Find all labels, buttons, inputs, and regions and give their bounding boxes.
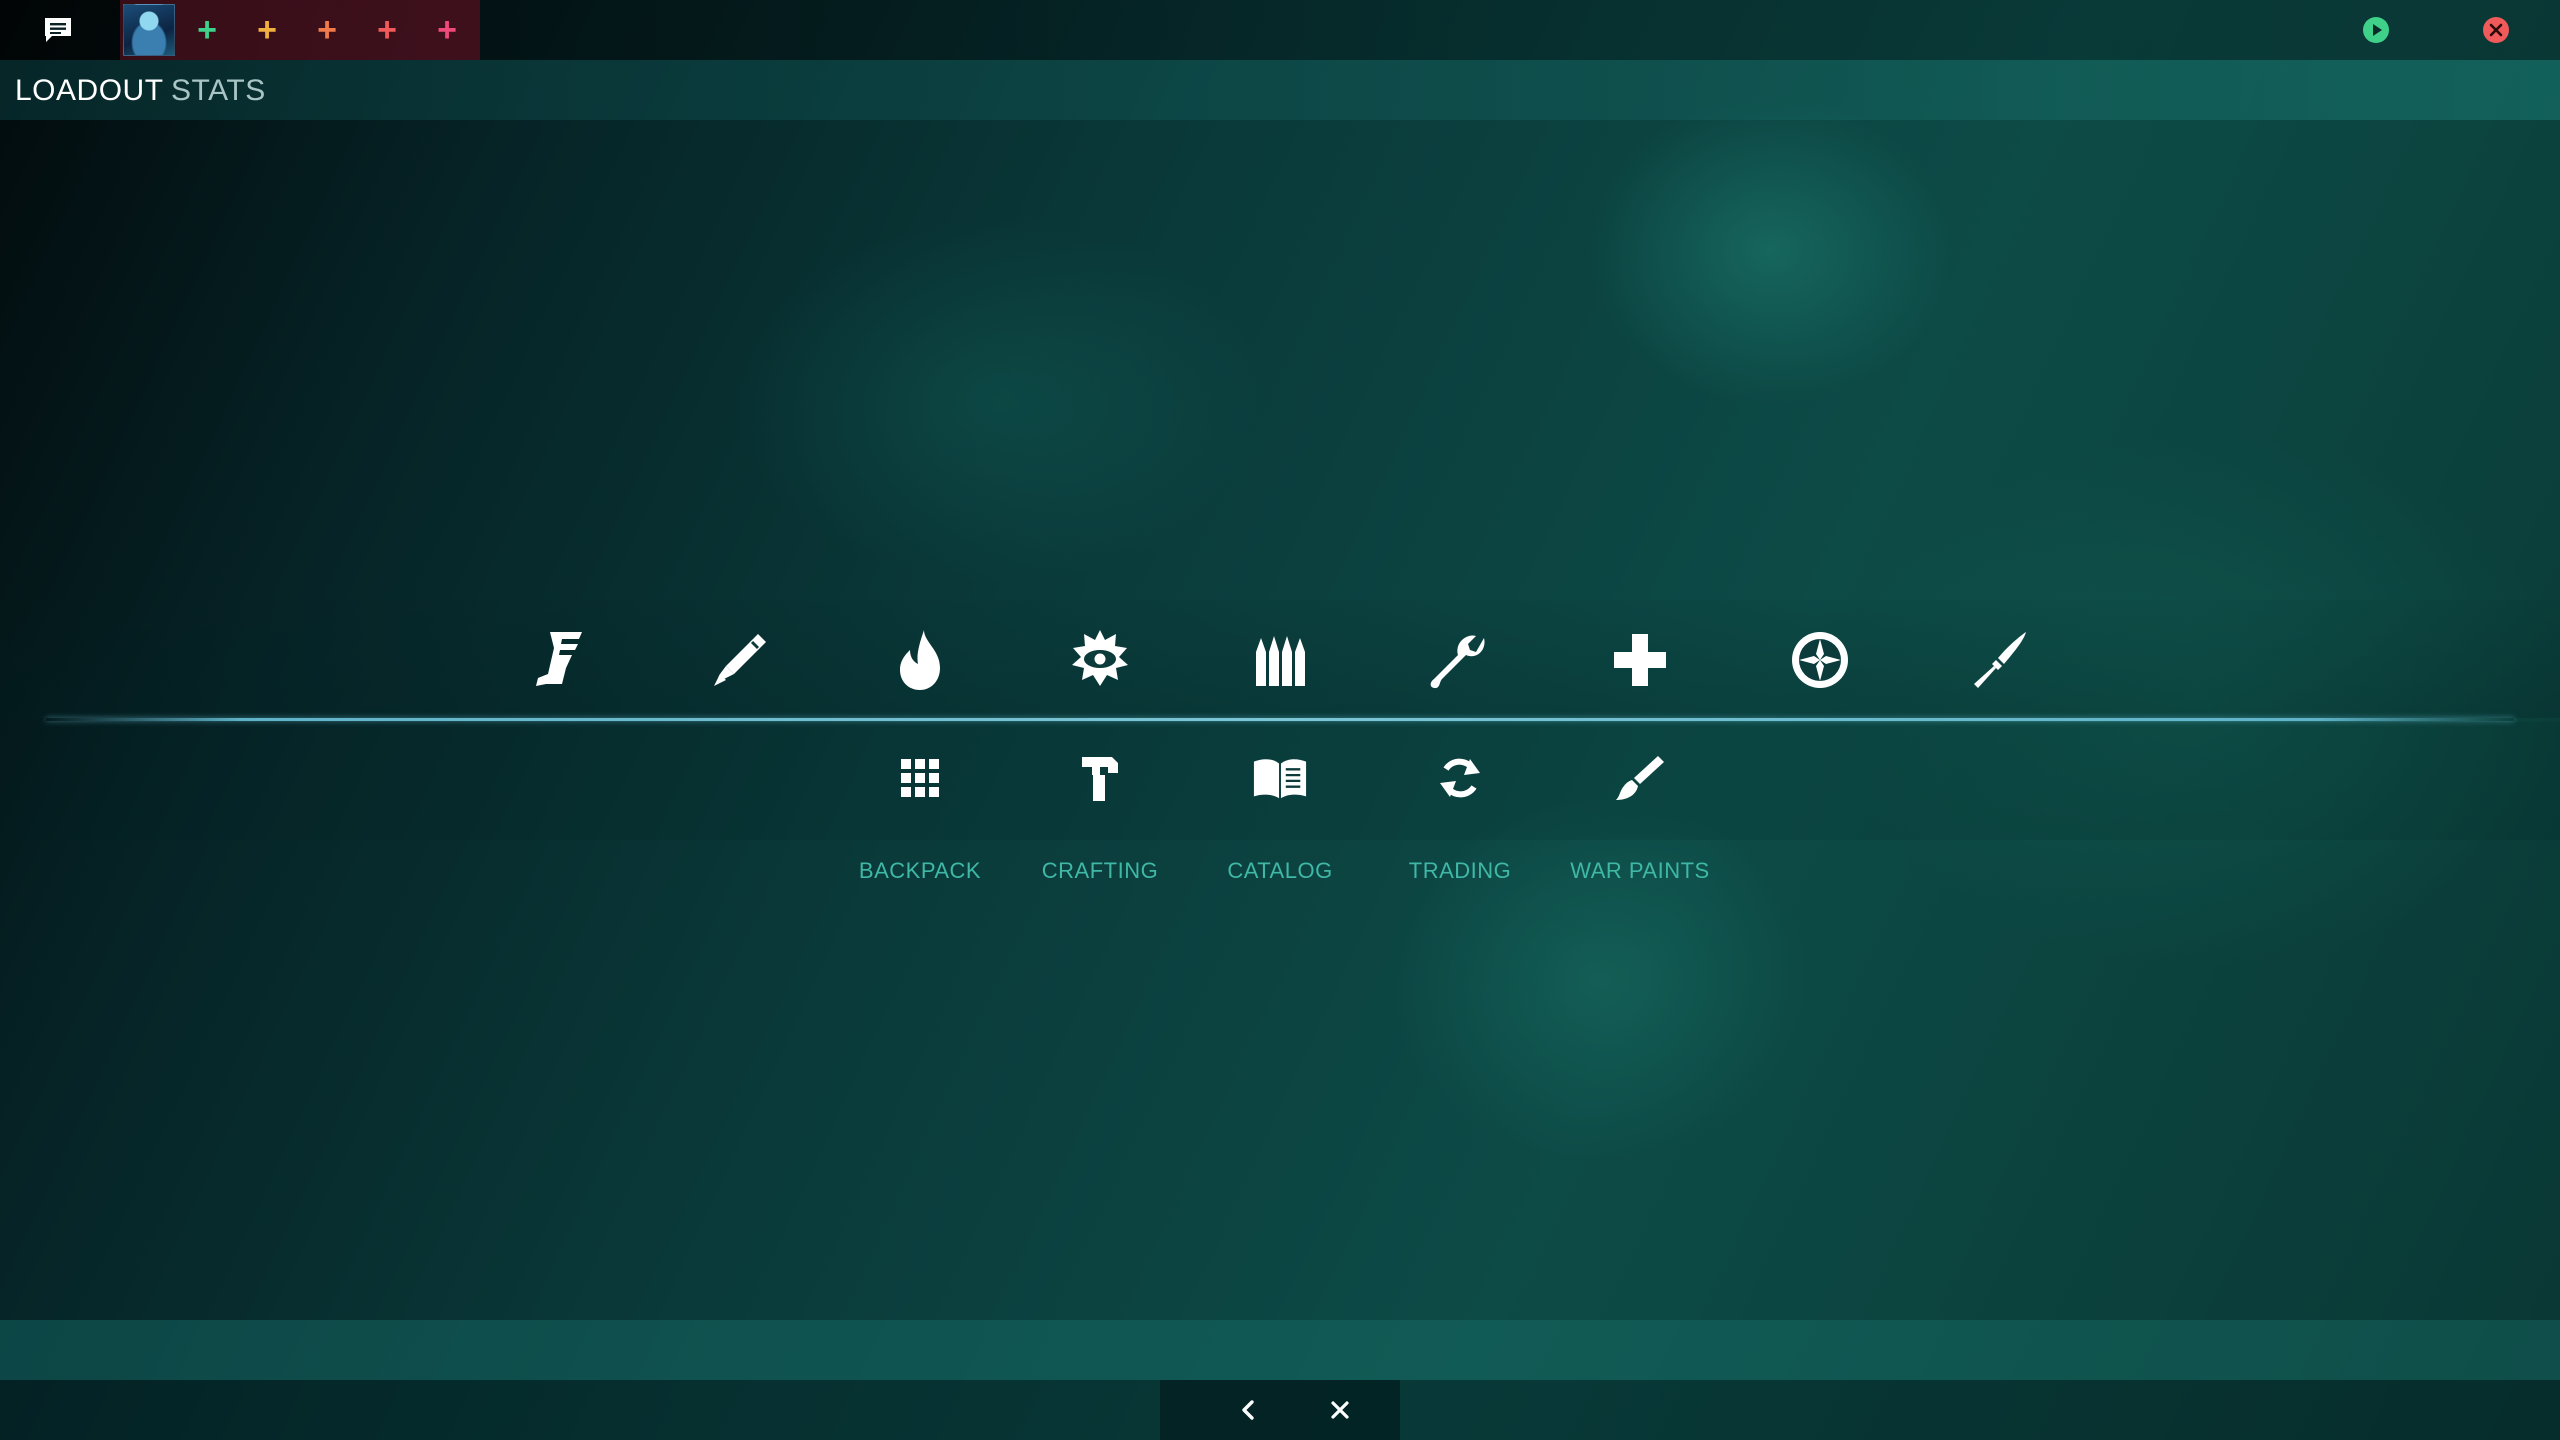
party-slot-3[interactable]: + bbox=[307, 10, 347, 50]
bottom-band bbox=[0, 1320, 2560, 1380]
class-button-engineer[interactable] bbox=[1428, 628, 1492, 692]
party-slot-4[interactable]: + bbox=[367, 10, 407, 50]
close-button[interactable] bbox=[1310, 1380, 1370, 1440]
back-button[interactable] bbox=[1218, 1380, 1278, 1440]
class-button-medic[interactable] bbox=[1608, 628, 1672, 692]
bottom-nav bbox=[1160, 1380, 1400, 1440]
backpack-button[interactable]: BACKPACK bbox=[845, 750, 995, 890]
trading-button[interactable]: TRADING bbox=[1385, 750, 1535, 890]
party-slot-5[interactable]: + bbox=[427, 10, 467, 50]
knife-icon bbox=[1974, 632, 2026, 688]
plus-icon: + bbox=[377, 11, 397, 49]
catalog-button[interactable]: CATALOG bbox=[1205, 750, 1355, 890]
plus-icon: + bbox=[317, 11, 337, 49]
class-button-sniper[interactable] bbox=[1788, 628, 1852, 692]
trading-label: TRADING bbox=[1408, 858, 1512, 883]
chat-button[interactable] bbox=[36, 12, 80, 48]
class-button-spy[interactable] bbox=[1968, 628, 2032, 692]
hammer-icon bbox=[1082, 757, 1118, 801]
close-icon bbox=[1331, 1401, 1349, 1419]
chat-bubble-icon bbox=[45, 18, 71, 42]
rocket-icon bbox=[714, 634, 766, 686]
party-slot-2[interactable]: + bbox=[247, 10, 287, 50]
close-circle-icon bbox=[2483, 17, 2509, 43]
tab-stats[interactable]: STATS bbox=[171, 74, 266, 108]
grid-icon bbox=[901, 759, 939, 797]
crosshair-icon bbox=[1792, 632, 1848, 688]
chevron-left-icon bbox=[1242, 1400, 1254, 1420]
class-button-demoman[interactable] bbox=[1068, 628, 1132, 692]
class-button-soldier[interactable] bbox=[708, 628, 772, 692]
catalog-label: CATALOG bbox=[1227, 858, 1333, 883]
party-slot-1[interactable]: + bbox=[187, 10, 227, 50]
medical-cross-icon bbox=[1614, 634, 1666, 686]
wrench-icon bbox=[1430, 635, 1485, 689]
refresh-icon bbox=[1440, 758, 1480, 798]
play-button[interactable] bbox=[2362, 16, 2390, 44]
class-divider bbox=[46, 718, 2514, 721]
flame-icon bbox=[900, 630, 940, 690]
eye-burst-icon bbox=[1072, 630, 1128, 686]
bullets-icon bbox=[1256, 636, 1305, 686]
class-button-pyro[interactable] bbox=[888, 628, 952, 692]
open-book-icon bbox=[1253, 759, 1307, 799]
class-button-heavy[interactable] bbox=[1248, 628, 1312, 692]
paintbrush-icon bbox=[1616, 756, 1664, 800]
class-button-scout[interactable] bbox=[528, 628, 592, 692]
play-circle-icon bbox=[2363, 17, 2389, 43]
winged-boot-icon bbox=[536, 632, 582, 686]
crafting-button[interactable]: CRAFTING bbox=[1025, 750, 1175, 890]
top-bar: + + + + + bbox=[0, 0, 2560, 60]
war-paints-button[interactable]: WAR PAINTS bbox=[1565, 750, 1715, 890]
avatar[interactable] bbox=[123, 4, 175, 56]
tab-loadout[interactable]: LOADOUT bbox=[15, 74, 164, 108]
plus-icon: + bbox=[257, 11, 277, 49]
backpack-label: BACKPACK bbox=[858, 858, 982, 883]
title-band: LOADOUT STATS bbox=[0, 60, 2560, 120]
party-bar: + + + + + bbox=[120, 0, 480, 60]
plus-icon: + bbox=[197, 11, 217, 49]
quit-button[interactable] bbox=[2482, 16, 2510, 44]
crafting-label: CRAFTING bbox=[1041, 858, 1159, 883]
war-paints-label: WAR PAINTS bbox=[1570, 858, 1710, 883]
plus-icon: + bbox=[437, 11, 457, 49]
